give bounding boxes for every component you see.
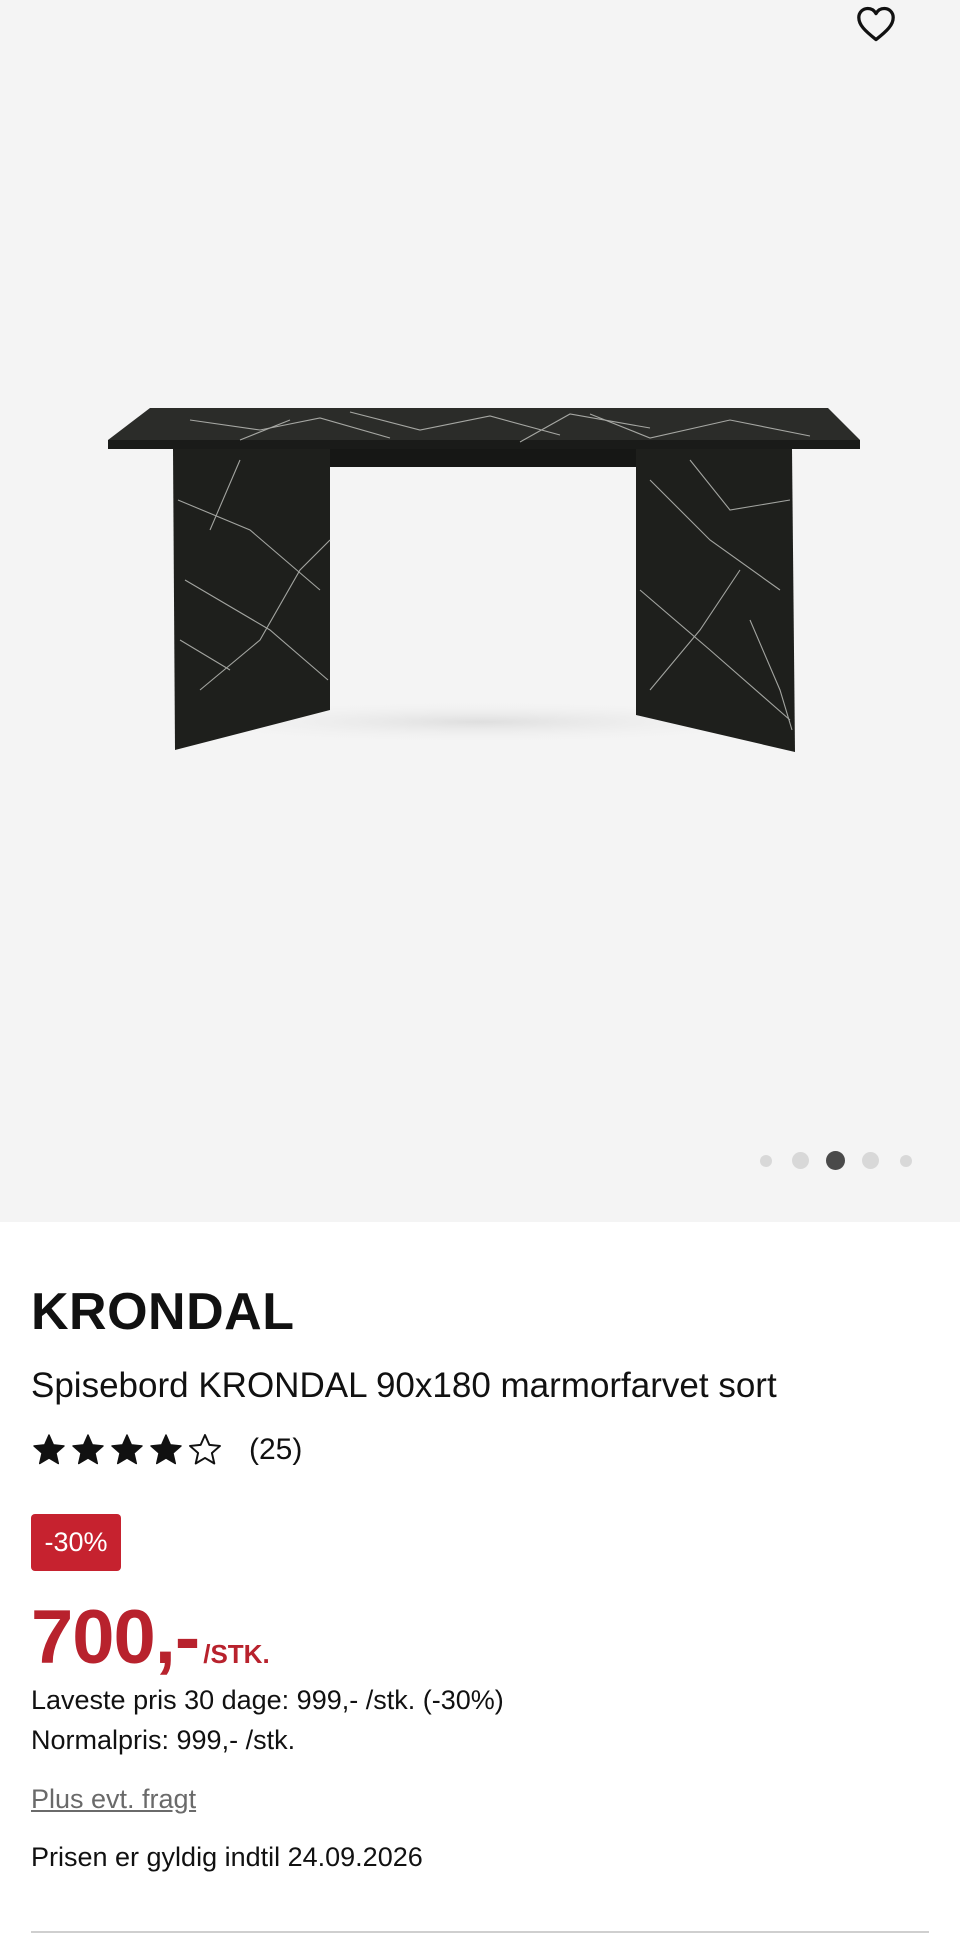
shipping-link[interactable]: Plus evt. fragt <box>31 1784 196 1815</box>
price-unit: /STK. <box>203 1639 270 1669</box>
product-image <box>108 408 860 752</box>
star-filled-icon <box>111 1434 143 1465</box>
product-title: Spisebord KRONDAL 90x180 marmorfarvet so… <box>31 1366 777 1405</box>
pagination-dot-slot <box>783 1152 818 1169</box>
price-value: 700,- <box>31 1595 200 1680</box>
pagination-dot-slot <box>818 1151 853 1170</box>
rating-stars <box>31 1432 223 1468</box>
star-filled-icon <box>72 1434 104 1465</box>
product-brand: KRONDAL <box>31 1283 295 1341</box>
pagination-dot[interactable] <box>792 1152 809 1169</box>
product-image-gallery[interactable] <box>0 0 960 1222</box>
discount-badge: -30% <box>31 1514 121 1571</box>
pagination-dot-slot <box>853 1152 888 1169</box>
pagination-dot[interactable] <box>759 1154 772 1167</box>
heart-outline-icon <box>857 6 895 42</box>
product-rating[interactable]: (25) <box>31 1432 302 1468</box>
star-outline-icon <box>189 1434 221 1465</box>
pagination-dot[interactable] <box>862 1152 879 1169</box>
price: 700,- /STK. <box>31 1594 270 1681</box>
star-filled-icon <box>150 1434 182 1465</box>
favorite-button[interactable] <box>852 0 900 48</box>
star-filled-icon <box>33 1434 65 1465</box>
normal-price-info: Normalpris: 999,- /stk. <box>31 1725 296 1755</box>
pagination-dot-slot <box>748 1154 783 1167</box>
image-pagination <box>748 1151 923 1170</box>
review-count[interactable]: (25) <box>249 1433 302 1467</box>
divider <box>31 1931 929 1933</box>
lowest-price-info: Laveste pris 30 dage: 999,- /stk. (-30%) <box>31 1685 504 1715</box>
price-valid-until: Prisen er gyldig indtil 24.09.2026 <box>31 1842 423 1872</box>
pagination-dot[interactable] <box>899 1154 912 1167</box>
pagination-dot-active[interactable] <box>826 1151 845 1170</box>
pagination-dot-slot <box>888 1154 923 1167</box>
